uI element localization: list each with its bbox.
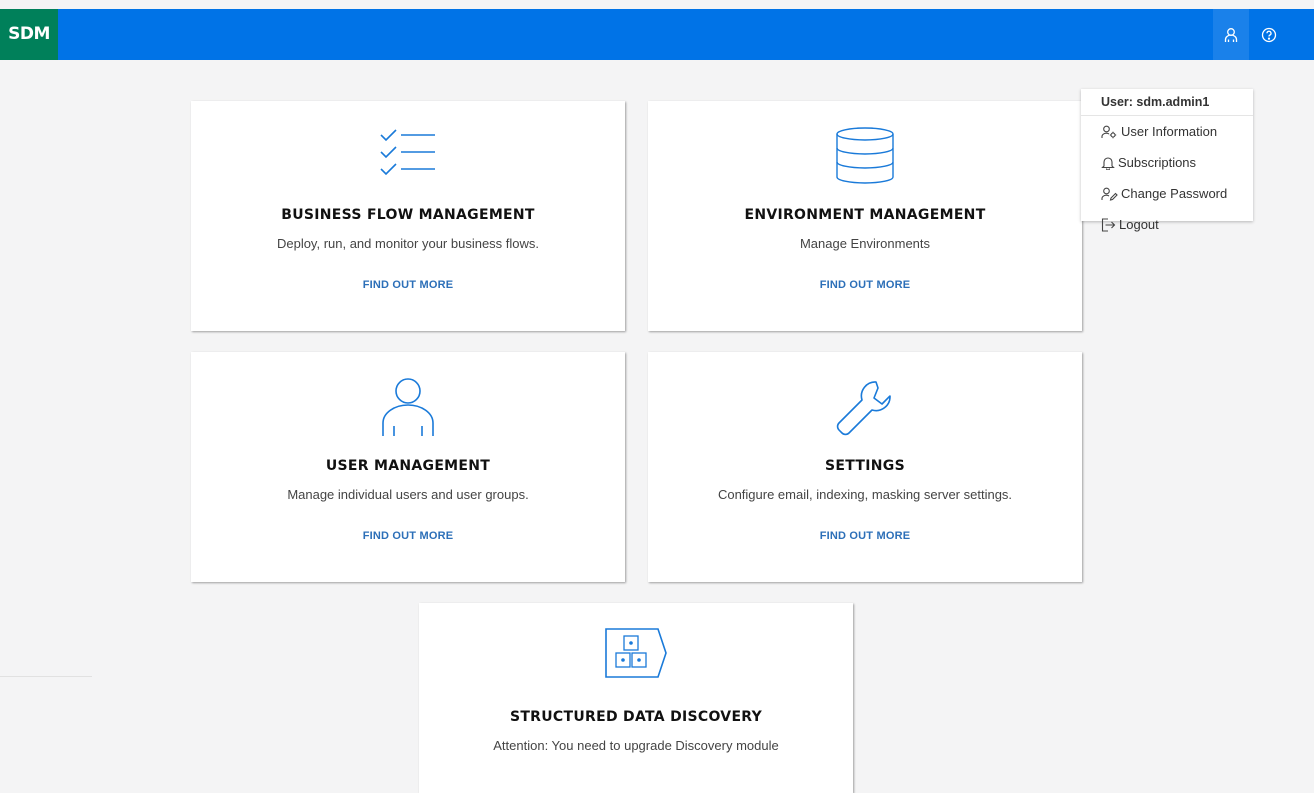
checklist-icon	[380, 129, 435, 176]
user-icon	[1224, 27, 1238, 42]
menu-item-label: Subscriptions	[1118, 155, 1197, 170]
card-description: Manage individual users and user groups.	[287, 487, 529, 502]
card-business-flow-management[interactable]: BUSINESS FLOW MANAGEMENT Deploy, run, an…	[191, 101, 625, 331]
top-bar: SDM	[0, 9, 1314, 60]
sidebar-divider	[0, 676, 92, 677]
card-icon-wrap	[191, 376, 625, 436]
username-label: User: sdm.admin1	[1081, 89, 1253, 116]
card-icon-wrap	[648, 125, 1082, 185]
menu-item-user-information[interactable]: User Information	[1081, 116, 1253, 147]
card-title: SETTINGS	[825, 458, 905, 474]
user-menu-button[interactable]	[1213, 9, 1249, 60]
database-icon	[836, 127, 894, 184]
card-description: Manage Environments	[799, 236, 931, 251]
card-settings[interactable]: SETTINGS Configure email, indexing, mask…	[648, 352, 1082, 582]
card-environment-management[interactable]: ENVIRONMENT MANAGEMENT Manage Environmen…	[648, 101, 1082, 331]
user-dropdown-menu: User: sdm.admin1 User Information Subscr…	[1081, 89, 1253, 232]
menu-item-subscriptions[interactable]: Subscriptions	[1081, 147, 1253, 178]
user-settings-icon	[1101, 125, 1117, 138]
menu-item-label: Logout	[1119, 217, 1159, 232]
menu-item-change-password[interactable]: Change Password	[1081, 178, 1253, 209]
user-edit-icon	[1101, 187, 1118, 201]
menu-item-label: Change Password	[1121, 186, 1228, 201]
card-description: Deploy, run, and monitor your business f…	[276, 236, 540, 251]
find-out-more-link[interactable]: FIND OUT MORE	[191, 530, 625, 542]
bell-icon	[1101, 156, 1115, 170]
app-logo[interactable]: SDM	[0, 9, 58, 60]
help-icon	[1261, 27, 1277, 42]
card-description: Attention: You need to upgrade Discovery…	[493, 738, 779, 753]
card-structured-data-discovery[interactable]: STRUCTURED DATA DISCOVERY Attention: You…	[419, 603, 853, 793]
find-out-more-link[interactable]: FIND OUT MORE	[648, 279, 1082, 291]
help-button[interactable]	[1251, 9, 1287, 60]
menu-item-label: User Information	[1121, 124, 1218, 139]
card-user-management[interactable]: USER MANAGEMENT Manage individual users …	[191, 352, 625, 582]
menu-item-logout[interactable]: Logout	[1081, 209, 1253, 240]
data-discovery-icon	[605, 628, 667, 678]
logout-icon	[1101, 217, 1116, 232]
card-icon-wrap	[648, 376, 1082, 436]
find-out-more-link[interactable]: FIND OUT MORE	[648, 530, 1082, 542]
card-title: USER MANAGEMENT	[325, 458, 491, 474]
card-title: STRUCTURED DATA DISCOVERY	[509, 709, 763, 725]
wrench-icon	[836, 381, 891, 436]
user-icon	[382, 378, 434, 436]
card-title: BUSINESS FLOW MANAGEMENT	[281, 207, 535, 223]
card-description: Configure email, indexing, masking serve…	[717, 487, 1013, 502]
find-out-more-link[interactable]: FIND OUT MORE	[191, 279, 625, 291]
card-title: ENVIRONMENT MANAGEMENT	[744, 207, 986, 223]
card-icon-wrap	[191, 125, 625, 185]
card-icon-wrap	[419, 627, 853, 687]
